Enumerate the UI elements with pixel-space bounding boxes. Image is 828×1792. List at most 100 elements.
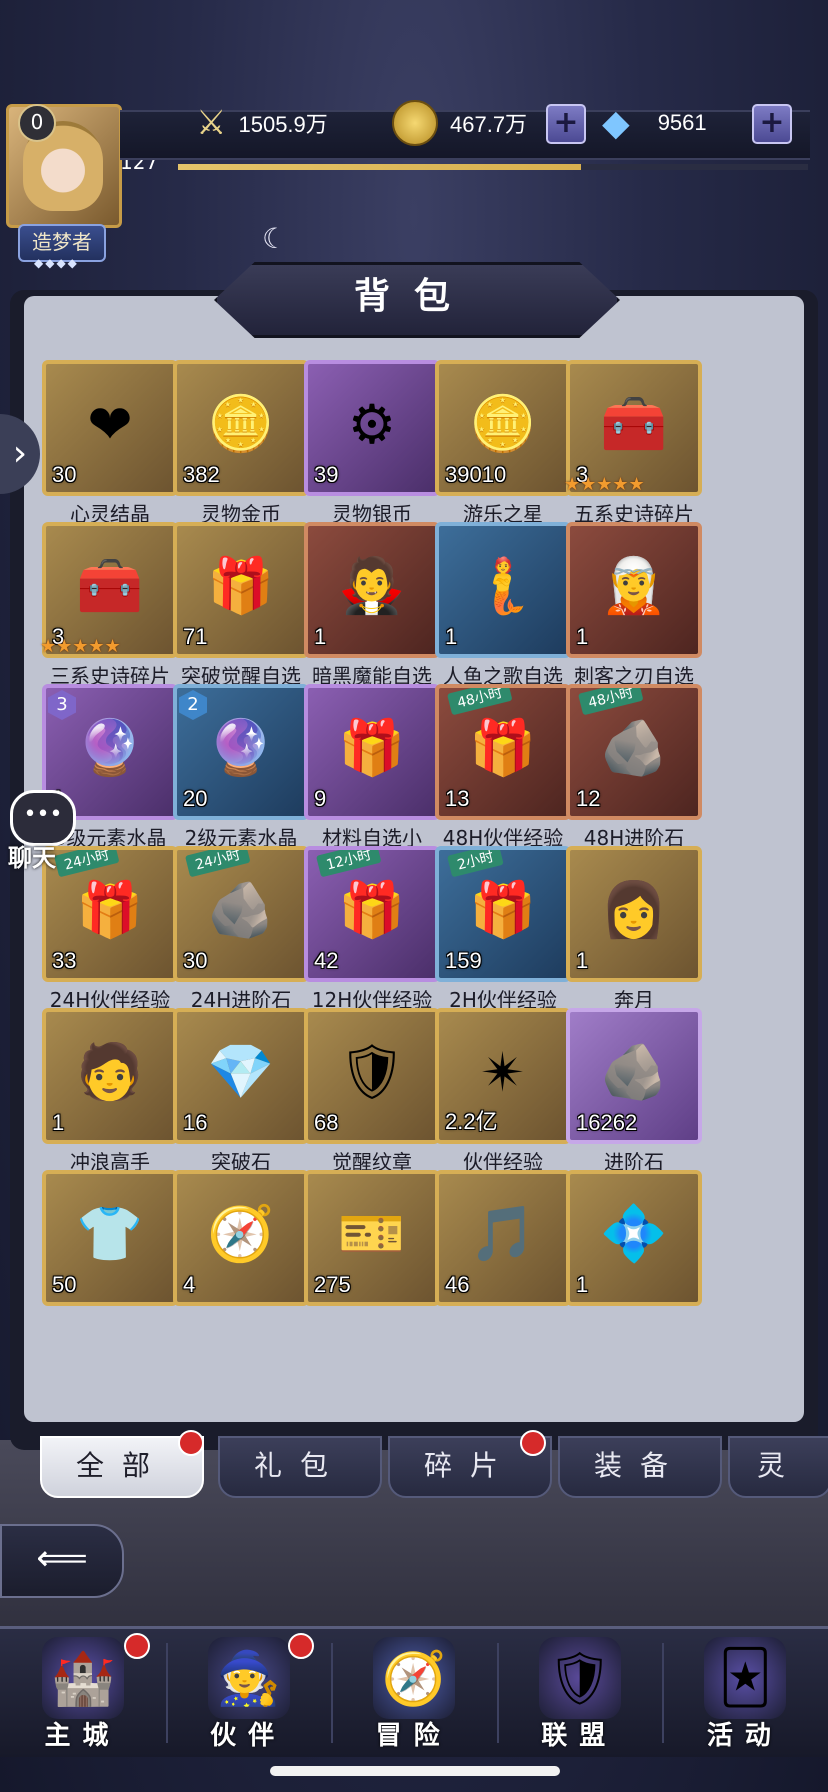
item-icon: 👩 [600, 878, 668, 941]
item-icon: 🪙 [469, 392, 537, 455]
bag-item[interactable]: 🪨 48小时 12 48H进阶石 [566, 684, 702, 854]
item-icon: 🧰 [76, 554, 144, 617]
item-slot[interactable]: 🎁 9 [304, 684, 440, 820]
nav-adventure[interactable]: 🧭 冒险 [331, 1629, 496, 1757]
item-quantity: 71 [183, 624, 208, 649]
bag-item[interactable]: 🧜 1 人鱼之歌自选 [435, 522, 571, 692]
resource-bar: ⚔ 1505.9万 467.7万 + ◆ 9561 + [0, 100, 828, 170]
item-slot[interactable]: 🪙 382 [173, 360, 309, 496]
item-slot[interactable]: 🪨 24小时 30 [173, 846, 309, 982]
bag-item[interactable]: 🔮 2 20 2级元素水晶 [173, 684, 309, 854]
add-gold-button[interactable]: + [546, 104, 586, 144]
item-slot[interactable]: 🛡 68 [304, 1008, 440, 1144]
bag-item[interactable]: 🎁 9 材料自选小 [304, 684, 440, 854]
shield-icon: 🛡 [538, 1637, 621, 1719]
item-icon: 🧰 [600, 392, 668, 455]
power-value: 1505.9万 [238, 112, 328, 137]
bag-item[interactable]: 🎫 275 [304, 1170, 440, 1340]
nav-separator [331, 1643, 334, 1743]
nav-partners[interactable]: 🧙 伙伴 [166, 1629, 331, 1757]
bag-item[interactable]: 🧭 4 [173, 1170, 309, 1340]
bag-item[interactable]: 💠 1 [566, 1170, 702, 1340]
item-quantity: 50 [52, 1272, 77, 1297]
item-slot[interactable]: 🪨 48小时 12 [566, 684, 702, 820]
item-slot[interactable]: 🎁 24小时 33 [42, 846, 178, 982]
item-icon: ❤ [87, 392, 133, 456]
add-diamond-button[interactable]: + [752, 104, 792, 144]
item-slot[interactable]: 👕 50 [42, 1170, 178, 1306]
item-slot[interactable]: 🧭 4 [173, 1170, 309, 1306]
bag-item[interactable]: 👕 50 [42, 1170, 178, 1340]
bag-item[interactable]: 🧛 1 暗黑魔能自选 [304, 522, 440, 692]
item-quantity: 33 [52, 948, 77, 973]
item-slot[interactable]: ⚙ 39 [304, 360, 440, 496]
bag-item[interactable]: ❤ 30 心灵结晶 [42, 360, 178, 530]
bag-item[interactable]: 💎 16 突破石 [173, 1008, 309, 1178]
bag-item[interactable]: 🎁 48小时 13 48H伙伴经验 [435, 684, 571, 854]
item-quantity: 1 [445, 624, 458, 649]
item-slot[interactable]: 🪙 39010 [435, 360, 571, 496]
item-icon: 🛡 [337, 1040, 407, 1103]
item-quantity: 30 [52, 462, 77, 487]
item-quantity: 42 [314, 948, 339, 973]
item-quantity: 2.2亿 [445, 1109, 498, 1134]
item-slot[interactable]: 🎵 46 [435, 1170, 571, 1306]
item-icon: 🎫 [338, 1202, 406, 1265]
item-slot[interactable]: 💠 1 [566, 1170, 702, 1306]
tab-more[interactable]: 灵 [728, 1436, 828, 1498]
item-icon: 🪙 [207, 392, 275, 455]
bag-item[interactable]: 🎁 71 突破觉醒自选 [173, 522, 309, 692]
item-slot[interactable]: 🪨 16262 [566, 1008, 702, 1144]
item-quantity: 159 [445, 948, 482, 973]
bag-item[interactable]: 🪨 16262 进阶石 [566, 1008, 702, 1178]
bag-item[interactable]: 🧰 3 ★★★★★ 三系史诗碎片 [40, 522, 178, 692]
item-icon: 💎 [207, 1040, 275, 1103]
bag-item[interactable]: 🪨 24小时 30 24H进阶石 [173, 846, 309, 1016]
back-button[interactable]: ⟸ [0, 1524, 124, 1598]
item-slot[interactable]: 🎁 2小时 159 [435, 846, 571, 982]
item-icon: 🔮 [76, 716, 144, 779]
bag-item[interactable]: 🎁 12小时 42 12H伙伴经验 [304, 846, 440, 1016]
nav-home[interactable]: 🏰 主城 [0, 1629, 165, 1757]
bag-item[interactable]: 🛡 68 觉醒纹章 [304, 1008, 440, 1178]
item-slot[interactable]: 🎫 275 [304, 1170, 440, 1306]
nav-separator [496, 1643, 499, 1743]
bag-item[interactable]: 🎁 2小时 159 2H伙伴经验 [435, 846, 571, 1016]
item-slot[interactable]: 🧛 1 [304, 522, 440, 658]
item-slot[interactable]: 🧜 1 [435, 522, 571, 658]
item-slot[interactable]: 🎁 12小时 42 [304, 846, 440, 982]
item-quantity: 9 [314, 786, 327, 811]
item-quantity: 30 [183, 948, 208, 973]
item-icon: 🪨 [600, 1040, 668, 1103]
tab-equipment[interactable]: 装备 [558, 1436, 722, 1498]
item-slot[interactable]: 🔮 2 20 [173, 684, 309, 820]
bag-item[interactable]: ⚙ 39 灵物银币 [304, 360, 440, 530]
item-slot[interactable]: 💎 16 [173, 1008, 309, 1144]
bag-item[interactable]: 🧰 3 ★★★★★ 五系史诗碎片 [564, 360, 702, 530]
bag-item[interactable]: 👩 1 奔月 [566, 846, 702, 1016]
bag-item[interactable]: 🪙 382 灵物金币 [173, 360, 309, 530]
tab-fragments-notification [520, 1430, 546, 1456]
bag-item[interactable]: 🧝 1 刺客之刃自选 [566, 522, 702, 692]
bag-item[interactable]: 🎵 46 [435, 1170, 571, 1340]
item-slot[interactable]: ✴ 2.2亿 [435, 1008, 571, 1144]
tab-gift[interactable]: 礼包 [218, 1436, 382, 1498]
item-slot[interactable]: 🧝 1 [566, 522, 702, 658]
nav-guild[interactable]: 🛡 联盟 [497, 1629, 662, 1757]
item-slot[interactable]: 👩 1 [566, 846, 702, 982]
item-grid[interactable]: ❤ 30 心灵结晶 🪙 382 灵物金币 ⚙ 39 灵物银币 🪙 39010 游乐之星 🧰 3 ★★★★★ 五… [24, 360, 804, 1402]
power-resource: ⚔ 1505.9万 [196, 100, 328, 146]
item-slot[interactable]: 🎁 48小时 13 [435, 684, 571, 820]
nav-events[interactable]: 🃏 活动 [662, 1629, 827, 1757]
bag-item[interactable]: ✴ 2.2亿 伙伴经验 [435, 1008, 571, 1178]
item-quantity: 1 [52, 1110, 65, 1135]
item-icon: 🎁 [469, 716, 537, 779]
item-slot[interactable]: 🧑 1 [42, 1008, 178, 1144]
item-slot[interactable]: 🎁 71 [173, 522, 309, 658]
item-quantity: 4 [183, 1272, 196, 1297]
item-icon: 🎁 [469, 878, 537, 941]
bag-item[interactable]: 🧑 1 冲浪高手 [42, 1008, 178, 1178]
item-slot[interactable]: ❤ 30 [42, 360, 178, 496]
bag-item[interactable]: 🎁 24小时 33 24H伙伴经验 [42, 846, 178, 1016]
bag-item[interactable]: 🪙 39010 游乐之星 [435, 360, 571, 530]
